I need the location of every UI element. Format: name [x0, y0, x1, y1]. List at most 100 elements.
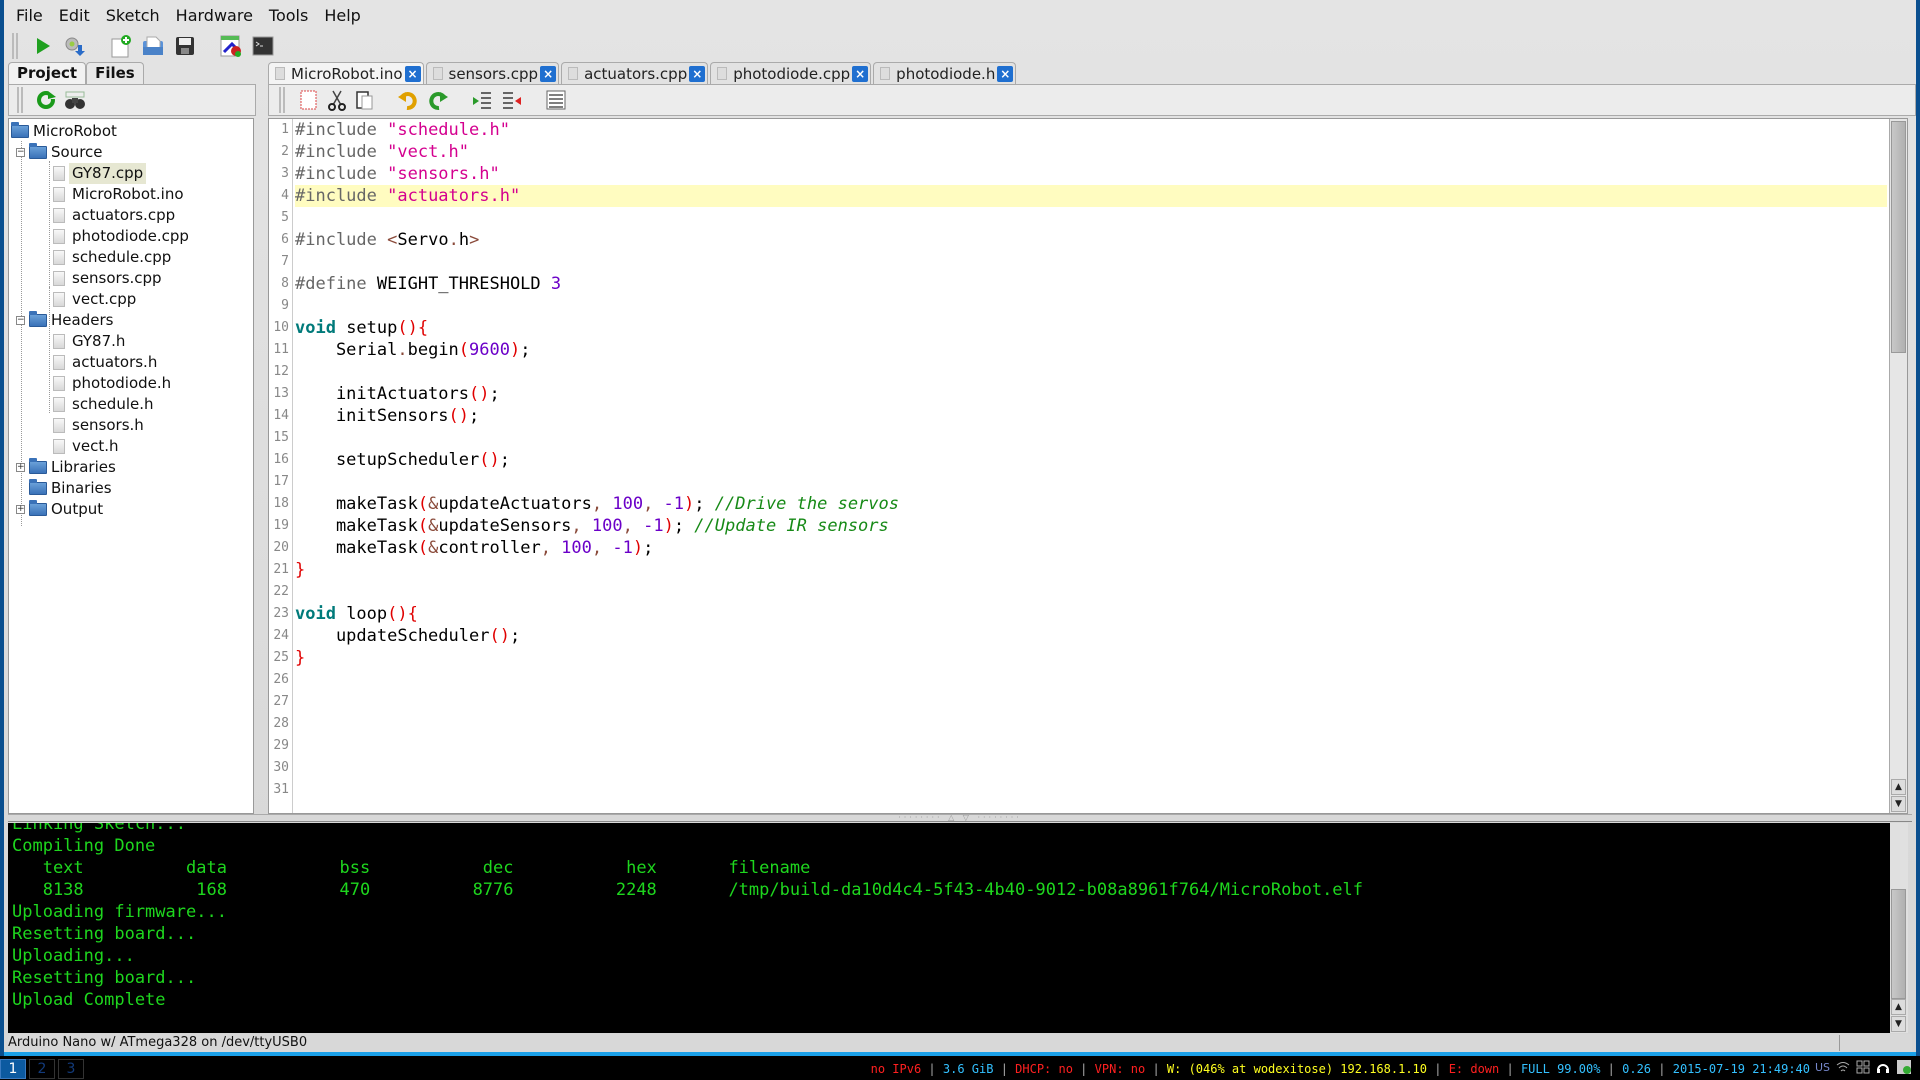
- code-line[interactable]: [295, 427, 1887, 449]
- code-editor[interactable]: 1 2 3 4 5 6 7 8 9 10 11 12 13 14 15 16 17 18 19 20 21 22 23 24 2…: [268, 118, 1908, 814]
- code-line[interactable]: initActuators();: [295, 383, 1887, 405]
- code-line[interactable]: setupScheduler();: [295, 449, 1887, 471]
- tree-file[interactable]: photodiode.cpp: [9, 226, 253, 247]
- code-line[interactable]: [295, 361, 1887, 383]
- code-line[interactable]: void setup(){: [295, 317, 1887, 339]
- close-tab-icon[interactable]: ×: [404, 65, 421, 82]
- headphones-icon[interactable]: [1876, 1060, 1890, 1074]
- editor-scrollbar[interactable]: ▲ ▼: [1889, 119, 1907, 813]
- code-line[interactable]: initSensors();: [295, 405, 1887, 427]
- code-line[interactable]: [295, 295, 1887, 317]
- menu-tools[interactable]: Tools: [261, 4, 316, 28]
- code-line[interactable]: makeTask(&controller, 100, -1);: [295, 537, 1887, 559]
- toolbar-grip[interactable]: [17, 87, 23, 113]
- tree-file[interactable]: vect.cpp: [9, 289, 253, 310]
- workspace-3[interactable]: 3: [58, 1059, 84, 1079]
- scroll-up-arrow[interactable]: ▲: [1891, 999, 1906, 1015]
- editor-tab[interactable]: actuators.cpp ×: [561, 62, 709, 84]
- open-button[interactable]: [140, 33, 166, 59]
- tree-file[interactable]: GY87.h: [9, 331, 253, 352]
- code-line[interactable]: [295, 691, 1887, 713]
- code-line[interactable]: [295, 471, 1887, 493]
- terminal-button[interactable]: [250, 33, 276, 59]
- unindent-icon[interactable]: [501, 89, 523, 111]
- keyboard-layout[interactable]: US: [1815, 1061, 1830, 1074]
- code-line[interactable]: }: [295, 559, 1887, 581]
- tree-file[interactable]: actuators.cpp: [9, 205, 253, 226]
- code-line[interactable]: updateScheduler();: [295, 625, 1887, 647]
- paste-icon[interactable]: [355, 89, 375, 111]
- code-line[interactable]: void loop(){: [295, 603, 1887, 625]
- toolbar-grip[interactable]: [279, 87, 285, 113]
- panel-splitter[interactable]: ········ △ ▽ ········: [8, 814, 1912, 822]
- grid-icon[interactable]: [1856, 1060, 1870, 1074]
- editor-tab[interactable]: MicroRobot.ino ×: [268, 62, 424, 84]
- code-line[interactable]: [295, 251, 1887, 273]
- menu-edit[interactable]: Edit: [51, 4, 98, 28]
- workspace-2[interactable]: 2: [29, 1059, 55, 1079]
- code-line[interactable]: #include <Servo.h>: [295, 229, 1887, 251]
- collapse-icon[interactable]: −: [16, 316, 25, 325]
- serial-plotter-button[interactable]: [218, 33, 244, 59]
- code-line[interactable]: [295, 735, 1887, 757]
- menu-hardware[interactable]: Hardware: [168, 4, 261, 28]
- copy-blank-icon[interactable]: [299, 89, 319, 111]
- close-tab-icon[interactable]: ×: [689, 65, 706, 82]
- close-tab-icon[interactable]: ×: [997, 65, 1014, 82]
- list-icon[interactable]: [545, 89, 567, 111]
- toolbar-grip[interactable]: [12, 33, 18, 59]
- tree-file[interactable]: photodiode.h: [9, 373, 253, 394]
- cut-icon[interactable]: [327, 89, 347, 111]
- code-line[interactable]: [295, 779, 1887, 801]
- network-icon[interactable]: [1896, 1059, 1912, 1075]
- code-lines[interactable]: #include "schedule.h" #include "vect.h" #i…: [295, 119, 1887, 801]
- scrollbar-thumb[interactable]: [1891, 121, 1906, 353]
- expand-icon[interactable]: +: [16, 505, 25, 514]
- code-line[interactable]: makeTask(&updateActuators, 100, -1); //D…: [295, 493, 1887, 515]
- scroll-up-arrow[interactable]: ▲: [1891, 779, 1906, 795]
- tree-folder-binaries[interactable]: Binaries: [9, 478, 253, 499]
- code-line[interactable]: [295, 713, 1887, 735]
- close-tab-icon[interactable]: ×: [540, 65, 557, 82]
- scroll-down-arrow[interactable]: ▼: [1891, 796, 1906, 812]
- code-line[interactable]: Serial.begin(9600);: [295, 339, 1887, 361]
- tree-root[interactable]: MicroRobot: [9, 121, 253, 142]
- editor-tab[interactable]: photodiode.cpp ×: [710, 62, 872, 84]
- upload-button[interactable]: [62, 33, 88, 59]
- tree-file[interactable]: vect.h: [9, 436, 253, 457]
- tab-files[interactable]: Files: [86, 62, 144, 84]
- tree-file[interactable]: schedule.cpp: [9, 247, 253, 268]
- code-line[interactable]: [295, 669, 1887, 691]
- menu-help[interactable]: Help: [316, 4, 368, 28]
- binoculars-icon[interactable]: [63, 89, 87, 111]
- tree-file[interactable]: GY87.cpp: [9, 163, 253, 184]
- tree-file[interactable]: schedule.h: [9, 394, 253, 415]
- tree-folder-source[interactable]: − Source: [9, 142, 253, 163]
- editor-tab[interactable]: sensors.cpp ×: [425, 62, 560, 84]
- code-line[interactable]: }: [295, 647, 1887, 669]
- code-line[interactable]: makeTask(&updateSensors, 100, -1); //Upd…: [295, 515, 1887, 537]
- editor-tab[interactable]: photodiode.h ×: [873, 62, 1017, 84]
- tree-folder-libraries[interactable]: + Libraries: [9, 457, 253, 478]
- tab-project[interactable]: Project: [8, 62, 87, 84]
- code-line[interactable]: #include "vect.h": [295, 141, 1887, 163]
- refresh-icon[interactable]: [35, 89, 57, 111]
- code-line[interactable]: #include "sensors.h": [295, 163, 1887, 185]
- expand-icon[interactable]: +: [16, 463, 25, 472]
- run-button[interactable]: [30, 33, 56, 59]
- undo-icon[interactable]: [397, 89, 419, 111]
- tree-folder-headers[interactable]: − Headers: [9, 310, 253, 331]
- code-line[interactable]: #include "schedule.h": [295, 119, 1887, 141]
- tree-file[interactable]: sensors.h: [9, 415, 253, 436]
- save-button[interactable]: [172, 33, 198, 59]
- scroll-down-arrow[interactable]: ▼: [1891, 1016, 1906, 1032]
- code-line[interactable]: #include "actuators.h": [295, 185, 1887, 207]
- wifi-icon[interactable]: [1836, 1061, 1850, 1073]
- scrollbar-thumb[interactable]: [1891, 889, 1906, 999]
- tree-folder-output[interactable]: + Output: [9, 499, 253, 520]
- code-line[interactable]: [295, 757, 1887, 779]
- workspace-1[interactable]: 1: [0, 1059, 26, 1079]
- collapse-icon[interactable]: −: [16, 148, 25, 157]
- indent-icon[interactable]: [471, 89, 493, 111]
- menu-file[interactable]: File: [8, 4, 51, 28]
